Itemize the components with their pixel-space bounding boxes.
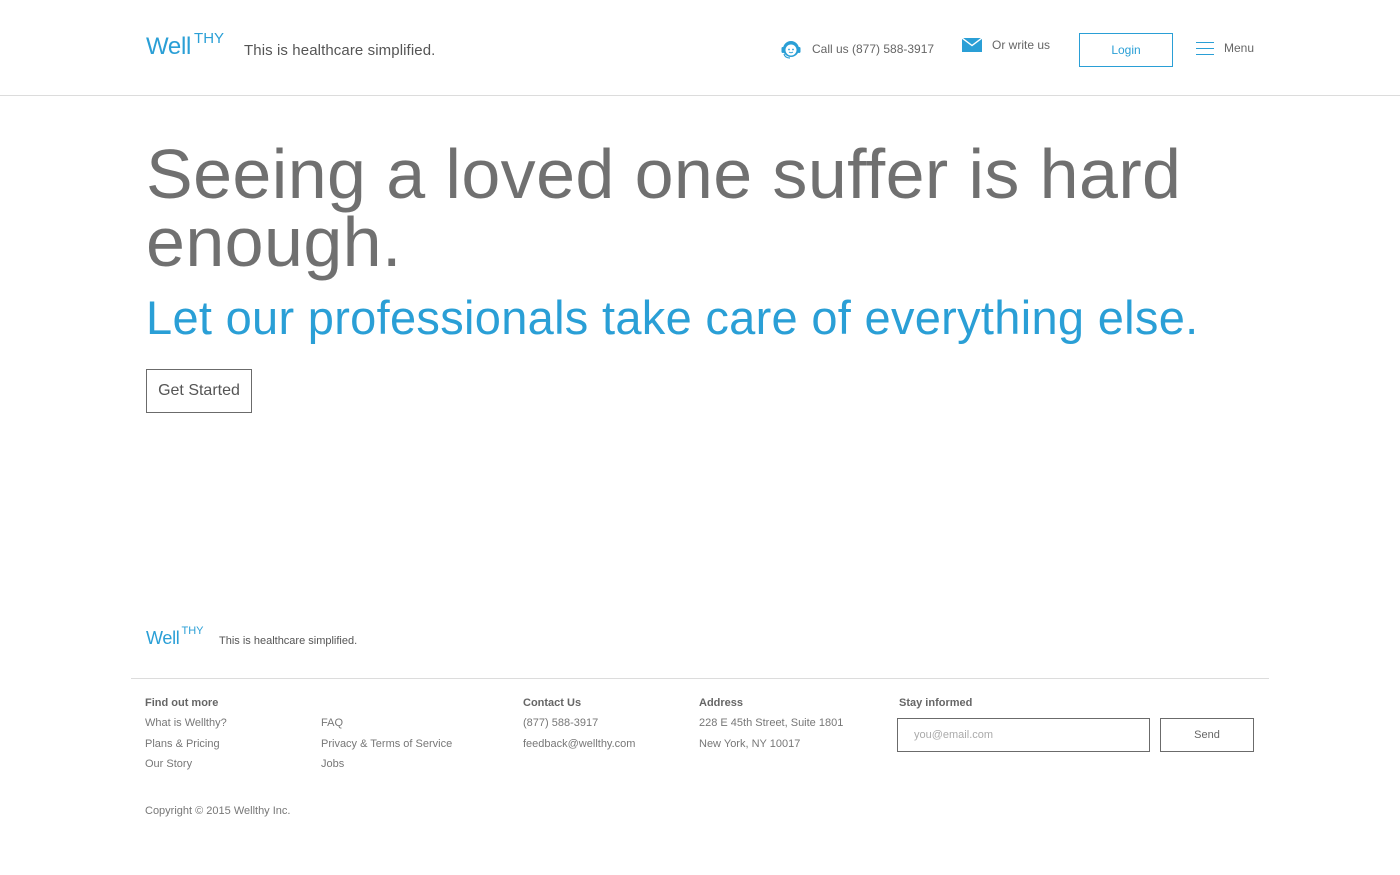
footer-contact-phone[interactable]: (877) 588-3917 [523, 717, 635, 730]
menu-button[interactable]: Menu [1196, 41, 1254, 55]
support-agent-icon [781, 41, 801, 59]
footer-link-what-is-wellthy[interactable]: What is Wellthy? [145, 717, 227, 730]
footer-link-jobs[interactable]: Jobs [321, 758, 452, 771]
footer-link-faq[interactable]: FAQ [321, 717, 452, 730]
footer-link-our-story[interactable]: Our Story [145, 758, 227, 771]
get-started-button[interactable]: Get Started [146, 369, 252, 413]
footer-find-out-more-2: FAQ Privacy & Terms of Service Jobs [321, 697, 452, 779]
logo-wordmark: Well [146, 33, 192, 60]
footer-address: Address 228 E 45th Street, Suite 1801 Ne… [699, 697, 843, 758]
footer-find-out-more: Find out more What is Wellthy? Plans & P… [145, 697, 227, 779]
login-button[interactable]: Login [1079, 33, 1173, 67]
footer-heading-address: Address [699, 697, 744, 709]
call-us-link[interactable]: Call us (877) 588-3917 [780, 38, 934, 60]
footer-link-plans-pricing[interactable]: Plans & Pricing [145, 738, 227, 751]
copyright: Copyright © 2015 Wellthy Inc. [145, 805, 291, 817]
footer-heading-contact: Contact Us [523, 697, 582, 709]
footer-contact: Contact Us (877) 588-3917 feedback@wellt… [523, 697, 635, 758]
footer-heading-find-out-more: Find out more [145, 697, 219, 709]
newsletter-email-input[interactable] [897, 718, 1150, 752]
footer-logo-wordmark: Well [146, 628, 180, 648]
write-us-link[interactable]: Or write us [962, 38, 1050, 52]
hero-subtitle: Let our professionals take care of every… [146, 291, 1199, 344]
footer-logo[interactable]: Well THY [146, 624, 203, 652]
newsletter-send-button[interactable]: Send [1160, 718, 1254, 752]
footer-link-privacy-terms[interactable]: Privacy & Terms of Service [321, 738, 452, 751]
hamburger-menu-icon [1196, 42, 1214, 55]
logo-superscript: THY [194, 30, 225, 47]
footer-logo-superscript: THY [181, 625, 204, 637]
menu-label: Menu [1224, 41, 1255, 55]
write-us-label: Or write us [992, 38, 1051, 52]
footer-address-line1: 228 E 45th Street, Suite 1801 [699, 717, 844, 729]
header-tagline: This is healthcare simplified. [244, 42, 436, 59]
footer-heading-stay-informed: Stay informed [899, 697, 973, 709]
site-header: Well THY This is healthcare simplified. … [0, 0, 1400, 96]
footer-divider [131, 678, 1269, 679]
envelope-icon [962, 38, 982, 52]
footer-tagline: This is healthcare simplified. [219, 635, 358, 647]
footer-heading-spacer [321, 697, 452, 710]
footer-address-line2: New York, NY 10017 [699, 737, 801, 750]
call-us-label: Call us (877) 588-3917 [812, 42, 935, 56]
footer-newsletter: Stay informed [899, 697, 972, 717]
logo[interactable]: Well THY [146, 30, 224, 64]
footer-contact-email[interactable]: feedback@wellthy.com [523, 738, 635, 751]
hero-title: Seeing a loved one suffer is hard enough… [146, 135, 1182, 281]
